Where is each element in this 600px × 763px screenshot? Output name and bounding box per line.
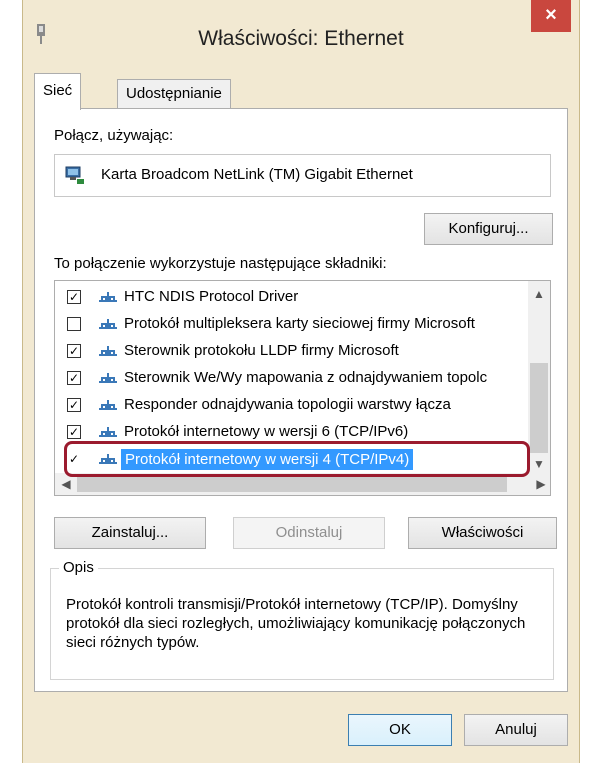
vertical-scroll-thumb[interactable] — [530, 363, 548, 453]
cancel-button[interactable]: Anuluj — [464, 714, 568, 746]
tab-sharing-label: Udostępnianie — [126, 85, 222, 102]
window-title: Właściwości: Ethernet — [198, 27, 404, 50]
adapter-box: Karta Broadcom NetLink (TM) Gigabit Ethe… — [54, 154, 551, 197]
close-icon: × — [545, 4, 557, 26]
checkbox[interactable] — [67, 317, 81, 331]
close-button[interactable]: × — [531, 0, 571, 32]
list-item[interactable]: ✓ Protokół internetowy w wersji 6 (TCP/I… — [55, 419, 525, 446]
chevron-right-icon[interactable]: ▶ — [530, 477, 550, 491]
protocol-icon — [99, 427, 117, 437]
uninstall-button[interactable]: Odinstaluj — [233, 517, 385, 549]
title-bar[interactable]: Właściwości: Ethernet × — [23, 0, 579, 66]
network-tab-panel: Połącz, używając: Karta Broadcom NetLink… — [34, 108, 568, 692]
ok-button[interactable]: OK — [348, 714, 452, 746]
component-label: Protokół internetowy w wersji 4 (TCP/IPv… — [121, 449, 414, 470]
adapter-name: Karta Broadcom NetLink (TM) Gigabit Ethe… — [101, 166, 413, 183]
component-label: Sterownik We/Wy mapowania z odnajdywanie… — [124, 369, 488, 386]
list-item-selected[interactable]: ✓ Protokół internetowy w wersji 4 (TCP/I… — [55, 446, 525, 473]
component-label: Protokół internetowy w wersji 6 (TCP/IPv… — [124, 423, 409, 440]
chevron-left-icon[interactable]: ◀ — [55, 477, 77, 491]
network-card-icon — [65, 166, 84, 184]
list-item[interactable]: ✓ Responder odnajdywania topologii warst… — [55, 392, 525, 419]
protocol-icon — [99, 400, 117, 410]
vertical-scrollbar[interactable]: ▲ ▼ — [528, 281, 550, 475]
protocol-icon — [99, 373, 117, 383]
connect-using-label: Połącz, używając: — [54, 127, 174, 144]
components-label: To połączenie wykorzystuje następujące s… — [54, 255, 387, 272]
properties-button[interactable]: Właściwości — [408, 517, 557, 549]
description-title: Opis — [59, 559, 98, 576]
protocol-icon — [99, 346, 117, 356]
component-label: Protokół multipleksera karty sieciowej f… — [124, 315, 475, 332]
list-item[interactable]: Protokół multipleksera karty sieciowej f… — [55, 311, 525, 338]
checkbox[interactable]: ✓ — [67, 290, 81, 304]
component-label: Sterownik protokołu LLDP firmy Microsoft — [124, 342, 399, 359]
checkbox[interactable]: ✓ — [67, 425, 81, 439]
tab-sharing[interactable]: Udostępnianie — [117, 79, 231, 108]
configure-button[interactable]: Konfiguruj... — [424, 213, 553, 245]
component-label: Responder odnajdywania topologii warstwy… — [124, 396, 451, 413]
checkbox[interactable]: ✓ — [67, 371, 81, 385]
description-text: Protokół kontroli transmisji/Protokół in… — [66, 596, 526, 651]
chevron-down-icon[interactable]: ▼ — [528, 457, 550, 471]
components-list[interactable]: ✓ HTC NDIS Protocol Driver Protokół mult… — [54, 280, 551, 496]
protocol-icon — [99, 319, 117, 329]
checkbox[interactable]: ✓ — [67, 452, 81, 466]
checkbox[interactable]: ✓ — [67, 398, 81, 412]
description-group: Opis Protokół kontroli transmisji/Protok… — [50, 559, 554, 680]
components-rows: ✓ HTC NDIS Protocol Driver Protokół mult… — [55, 284, 525, 474]
tab-network[interactable]: Sieć — [34, 73, 82, 110]
checkbox[interactable]: ✓ — [67, 344, 81, 358]
component-label: HTC NDIS Protocol Driver — [124, 288, 299, 305]
horizontal-scrollbar[interactable]: ◀ ▶ — [55, 473, 550, 495]
list-item[interactable]: ✓ HTC NDIS Protocol Driver — [55, 284, 525, 311]
install-button[interactable]: Zainstaluj... — [54, 517, 206, 549]
horizontal-scroll-thumb[interactable] — [77, 476, 507, 492]
list-item[interactable]: ✓ Sterownik We/Wy mapowania z odnajdywan… — [55, 365, 525, 392]
list-item[interactable]: ✓ Sterownik protokołu LLDP firmy Microso… — [55, 338, 525, 365]
protocol-icon — [99, 292, 117, 302]
chevron-up-icon[interactable]: ▲ — [528, 287, 550, 301]
tab-network-label: Sieć — [43, 82, 73, 99]
protocol-icon — [99, 454, 117, 464]
properties-window: Właściwości: Ethernet × Sieć Udostępnian… — [22, 0, 580, 763]
